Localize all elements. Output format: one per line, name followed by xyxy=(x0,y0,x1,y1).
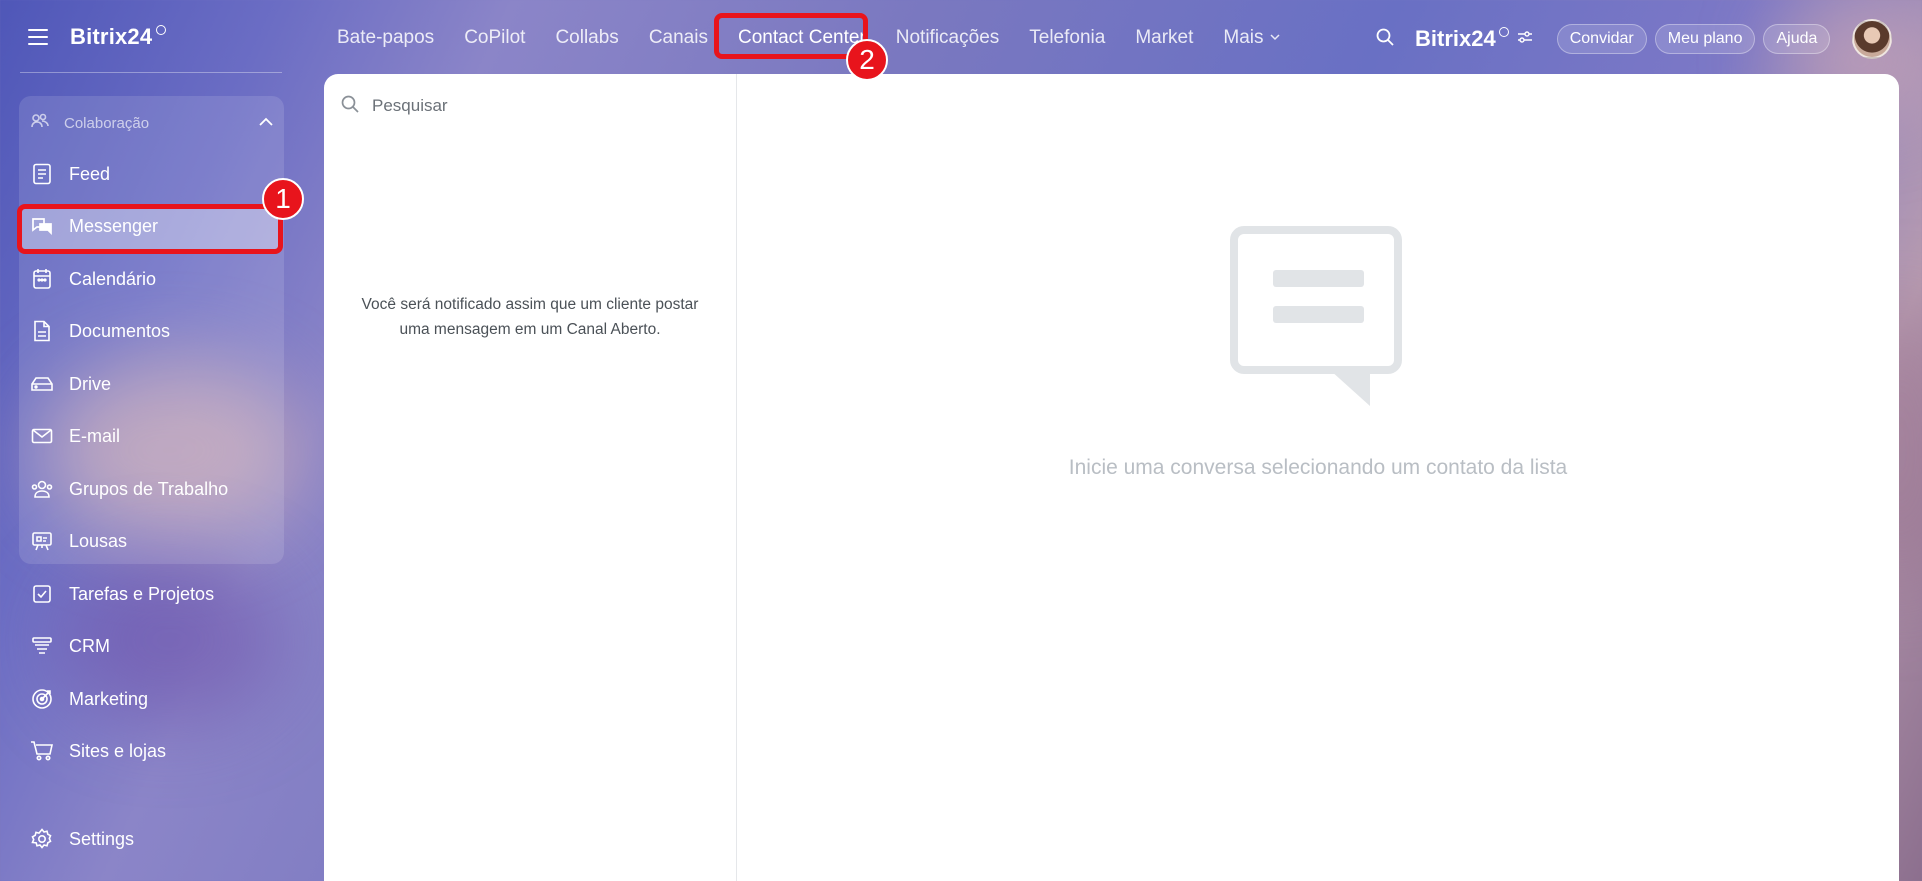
sidebar-item-settings[interactable]: Settings xyxy=(30,821,280,857)
tab-bate-papos[interactable]: Bate-papos xyxy=(322,27,449,49)
group-label: Colaboração xyxy=(64,114,150,132)
sidebar-item-drive[interactable]: Drive xyxy=(30,366,280,402)
chevron-down-icon xyxy=(1270,25,1280,47)
tab-telefonia[interactable]: Telefonia xyxy=(1014,27,1120,49)
avatar[interactable] xyxy=(1852,19,1893,59)
sidebar-item-label: Documentos xyxy=(69,320,171,341)
tab-label: Mais xyxy=(1223,27,1264,48)
menu-icon[interactable] xyxy=(28,29,48,45)
sidebar-item-label: Grupos de Trabalho xyxy=(69,478,229,499)
tab-market[interactable]: Market xyxy=(1120,27,1208,49)
sidebar-item-label: Sites e lojas xyxy=(69,740,167,761)
sidebar-item-grupos[interactable]: Grupos de Trabalho xyxy=(30,471,280,507)
tab-mais[interactable]: Mais xyxy=(1208,27,1294,49)
gear-icon xyxy=(30,827,54,851)
chat-bubble-icon xyxy=(1230,226,1402,413)
step-badge-2: 2 xyxy=(846,39,888,81)
document-icon xyxy=(30,319,54,343)
tab-notificacoes[interactable]: Notificações xyxy=(881,27,1015,49)
logo[interactable]: Bitrix24 xyxy=(70,24,152,50)
sidebar-item-label: Tarefas e Projetos xyxy=(69,583,215,604)
sidebar-item-feed[interactable]: Feed xyxy=(30,156,280,192)
highlight-box-contact-center xyxy=(714,13,868,59)
sidebar-item-crm[interactable]: CRM xyxy=(30,628,280,664)
empty-conversation-text: Inicie uma conversa selecionando um cont… xyxy=(1068,456,1568,479)
sidebar-item-label: Settings xyxy=(69,828,135,849)
clock-icon xyxy=(156,25,167,35)
search-icon xyxy=(340,94,360,119)
crm-icon xyxy=(30,634,54,658)
calendar-icon xyxy=(30,267,54,291)
highlight-box-messenger xyxy=(17,204,283,254)
search-input[interactable]: Pesquisar xyxy=(340,92,448,120)
header-actions: Bitrix24 Convidar Meu plano Ajuda xyxy=(1375,19,1893,59)
sidebar-item-email[interactable]: E-mail xyxy=(30,418,280,454)
sidebar-item-label: Marketing xyxy=(69,688,149,709)
search-placeholder: Pesquisar xyxy=(372,96,448,115)
sidebar-item-calendario[interactable]: Calendário xyxy=(30,261,280,297)
sidebar-item-lousas[interactable]: Lousas xyxy=(30,523,280,559)
sidebar-item-label: Lousas xyxy=(69,530,128,551)
tab-copilot[interactable]: CoPilot xyxy=(449,27,540,49)
clock-icon xyxy=(1498,27,1509,37)
feed-icon xyxy=(30,162,54,186)
logo-row: Bitrix24 xyxy=(28,22,167,52)
sidebar-item-label: Feed xyxy=(69,163,111,184)
sidebar: Bitrix24 Colaboração Feed Messenger Cale… xyxy=(0,0,302,881)
task-icon xyxy=(30,582,54,606)
cart-icon xyxy=(30,739,54,763)
mail-icon xyxy=(30,424,54,448)
tab-collabs[interactable]: Collabs xyxy=(540,27,633,49)
search-icon[interactable] xyxy=(1375,27,1395,52)
sidebar-item-sites[interactable]: Sites e lojas xyxy=(30,733,280,769)
sidebar-item-label: Calendário xyxy=(69,268,157,289)
sidebar-item-documentos[interactable]: Documentos xyxy=(30,313,280,349)
step-badge-1: 1 xyxy=(262,178,304,220)
invite-button[interactable]: Convidar xyxy=(1556,24,1647,54)
drive-icon xyxy=(30,372,54,396)
board-icon xyxy=(30,529,54,553)
marketing-icon xyxy=(30,687,54,711)
sidebar-item-label: Drive xyxy=(69,373,112,394)
collaboration-icon xyxy=(30,111,50,136)
sidebar-item-marketing[interactable]: Marketing xyxy=(30,681,280,717)
empty-list-notice: Você será notificado assim que um client… xyxy=(361,296,699,338)
brand-logo[interactable]: Bitrix24 xyxy=(1415,26,1496,52)
sidebar-item-label: E-mail xyxy=(69,425,121,446)
group-header-colaboracao[interactable]: Colaboração xyxy=(30,110,275,136)
my-plan-button[interactable]: Meu plano xyxy=(1654,24,1756,54)
sidebar-item-tarefas[interactable]: Tarefas e Projetos xyxy=(30,576,280,612)
sidebar-item-label: CRM xyxy=(69,635,110,656)
group-icon xyxy=(30,477,54,501)
settings-sliders-icon[interactable] xyxy=(1517,30,1533,49)
chat-list-panel xyxy=(324,74,737,881)
divider xyxy=(20,72,282,73)
tab-canais[interactable]: Canais xyxy=(634,27,723,49)
help-button[interactable]: Ajuda xyxy=(1763,24,1831,54)
chevron-up-icon[interactable] xyxy=(259,114,273,132)
